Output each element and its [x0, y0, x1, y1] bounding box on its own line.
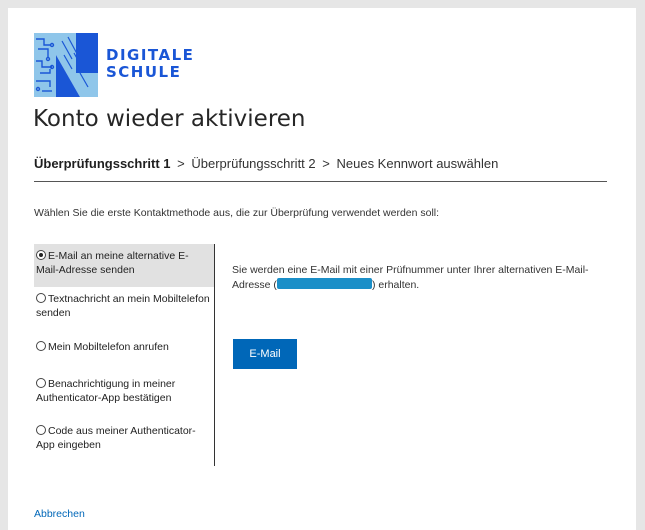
redacted-email [276, 278, 372, 289]
instruction-text: Wählen Sie die erste Kontaktmethode aus,… [34, 207, 440, 219]
method-label: E-Mail an meine alternative E-Mail-Adres… [36, 250, 189, 276]
detail-text-after: ) erhalten. [371, 279, 420, 291]
radio-icon[interactable] [36, 341, 46, 351]
method-label: Code aus meiner Authenticator-App eingeb… [36, 425, 196, 451]
step-separator: > [322, 156, 330, 171]
method-label: Mein Mobiltelefon anrufen [48, 341, 169, 353]
logo-line-1: DIGITALE [106, 46, 195, 64]
page-title: Konto wieder aktivieren [33, 106, 306, 132]
method-authenticator-code[interactable]: Code aus meiner Authenticator-App eingeb… [34, 419, 214, 463]
method-detail-text: Sie werden eine E-Mail mit einer Prüfnum… [232, 263, 622, 293]
step-3: Neues Kennwort auswählen [336, 156, 499, 171]
method-label: Textnachricht an mein Mobiltelefon sende… [36, 293, 210, 319]
radio-icon[interactable] [36, 378, 46, 388]
radio-icon[interactable] [36, 425, 46, 435]
method-authenticator-notification[interactable]: Benachrichtigung in meiner Authenticator… [34, 371, 214, 419]
logo-wordmark: DIGITALE SCHULE [106, 47, 194, 81]
step-2: Überprüfungsschritt 2 [191, 156, 316, 171]
contact-method-list: E-Mail an meine alternative E-Mail-Adres… [34, 244, 215, 466]
logo-line-2: SCHULE [106, 63, 182, 81]
step-breadcrumb: Überprüfungsschritt 1 > Überprüfungsschr… [34, 156, 607, 182]
page-card: DIGITALE SCHULE Konto wieder aktivieren … [8, 8, 636, 530]
method-text-message[interactable]: Textnachricht an mein Mobiltelefon sende… [34, 287, 214, 331]
radio-icon[interactable] [36, 293, 46, 303]
step-separator: > [177, 156, 185, 171]
method-label: Benachrichtigung in meiner Authenticator… [36, 378, 176, 404]
cancel-link[interactable]: Abbrechen [34, 508, 85, 520]
logo-mark-icon [34, 33, 98, 97]
method-phone-call[interactable]: Mein Mobiltelefon anrufen [34, 331, 214, 371]
send-email-button[interactable]: E-Mail [233, 339, 297, 369]
step-current: Überprüfungsschritt 1 [34, 156, 171, 171]
radio-selected-icon[interactable] [36, 250, 46, 260]
method-alt-email[interactable]: E-Mail an meine alternative E-Mail-Adres… [34, 244, 214, 287]
digitale-schule-logo: DIGITALE SCHULE [34, 33, 214, 97]
